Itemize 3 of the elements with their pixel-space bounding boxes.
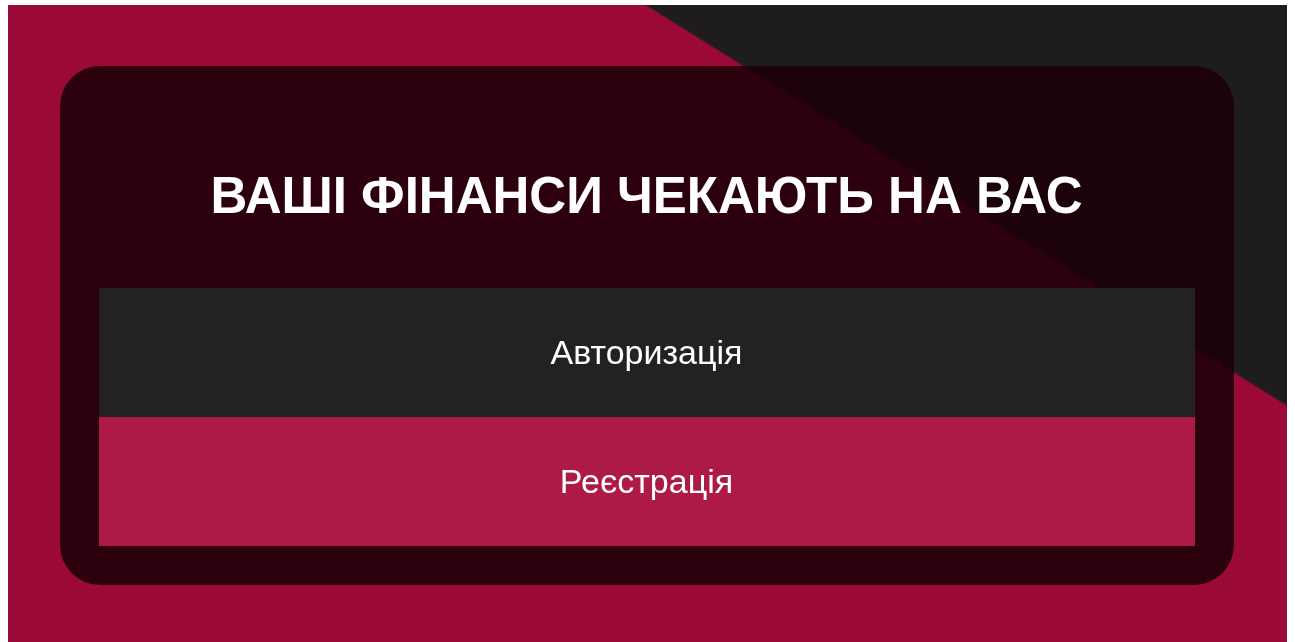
login-button[interactable]: Авторизація <box>98 288 1195 417</box>
card-title: ВАШІ ФІНАНСИ ЧЕКАЮТЬ НА ВАС <box>209 166 1084 226</box>
register-button[interactable]: Реєстрація <box>98 417 1195 546</box>
